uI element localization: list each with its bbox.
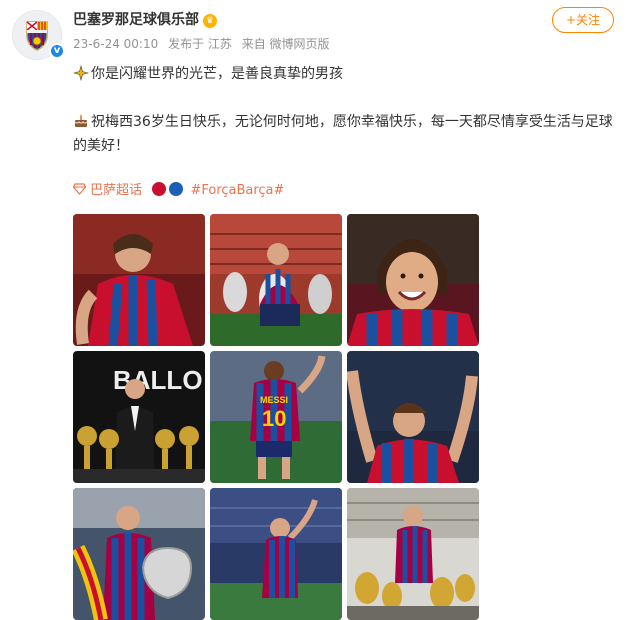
topic-link[interactable]: 巴萨超话 — [72, 183, 146, 198]
topic-tags: 巴萨超话 #ForçaBarça# — [72, 181, 284, 201]
topic-label: 巴萨超话 — [90, 183, 143, 198]
photo-number-10-back[interactable]: MESSI 10 — [210, 351, 342, 483]
post-text-line2: 祝梅西36岁生日快乐，无论何时何地，愿你幸福快乐，每一天都尽情享受生活与足球的美… — [73, 114, 613, 154]
post-location: 发布于 江苏 — [168, 37, 232, 51]
diamond-topic-icon — [72, 183, 87, 195]
post-source: 来自 微博网页版 — [241, 37, 330, 51]
post-text-line1-row: 你是闪耀世界的光芒，是善良真挚的男孩 — [73, 62, 618, 86]
post-text-line1: 你是闪耀世界的光芒，是善良真挚的男孩 — [91, 66, 343, 82]
photo-stadium-wave[interactable] — [210, 488, 342, 620]
photo-ballon-dor[interactable]: BALLO — [73, 351, 205, 483]
birthday-cake-icon — [74, 114, 88, 127]
red-circle-icon — [152, 182, 167, 196]
svg-text:MESSI: MESSI — [260, 395, 288, 405]
hashtag-link[interactable]: #ForçaBarça# — [190, 183, 284, 198]
verified-v-icon: v — [49, 43, 65, 59]
post-text-line2-row: 祝梅西36岁生日快乐，无论何时何地，愿你幸福快乐，每一天都尽情享受生活与足球的美… — [73, 110, 618, 158]
svg-text:10: 10 — [262, 406, 286, 431]
photo-trophies[interactable] — [210, 214, 342, 346]
post-meta: 23-6-24 00:10 发布于 江苏 来自 微博网页版 — [73, 35, 336, 52]
sparkle-star-icon — [73, 65, 89, 81]
blue-circle-icon — [169, 182, 184, 196]
crown-icon: ♛ — [203, 14, 217, 28]
photo-celebration-red[interactable] — [73, 214, 205, 346]
photo-smile[interactable] — [347, 214, 479, 346]
account-name-row: 巴塞罗那足球俱乐部 ♛ — [73, 9, 217, 31]
post-timestamp[interactable]: 23-6-24 00:10 — [73, 37, 158, 51]
photo-arms-raised[interactable] — [347, 351, 479, 483]
photo-trophy-room[interactable] — [347, 488, 479, 620]
account-username[interactable]: 巴塞罗那足球俱乐部 — [73, 12, 199, 28]
photo-champions-cup[interactable] — [73, 488, 205, 620]
follow-button[interactable]: +关注 — [552, 7, 614, 33]
